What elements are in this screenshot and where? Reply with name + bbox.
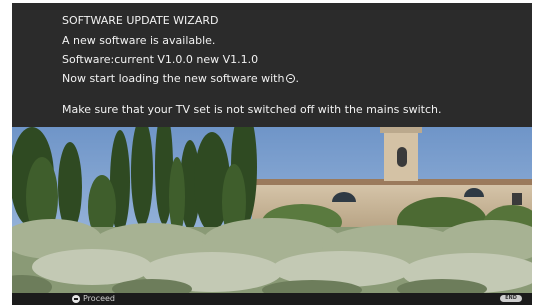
update-wizard-panel: SOFTWARE UPDATE WIZARD A new software is… [12,3,532,127]
start-instruction-text: Now start loading the new software with [62,72,285,85]
proceed-hint[interactable]: Proceed [72,294,115,304]
footer-bar: Proceed END [12,293,532,305]
ok-button-icon [72,295,80,303]
proceed-label: Proceed [83,294,116,303]
availability-message: A new software is available. [62,34,216,47]
end-button-icon[interactable]: END [500,295,522,302]
landscape-image [12,127,532,293]
tv-screen: SOFTWARE UPDATE WIZARD A new software is… [0,0,544,305]
wizard-title: SOFTWARE UPDATE WIZARD [62,14,219,27]
start-instruction-period: . [295,72,299,85]
version-info: Software:current V1.0.0 new V1.1.0 [62,53,259,66]
background-photo [12,127,532,293]
wizard-frame: SOFTWARE UPDATE WIZARD A new software is… [12,3,532,305]
start-instruction: Now start loading the new software with. [62,72,299,86]
power-warning: Make sure that your TV set is not switch… [62,103,442,116]
